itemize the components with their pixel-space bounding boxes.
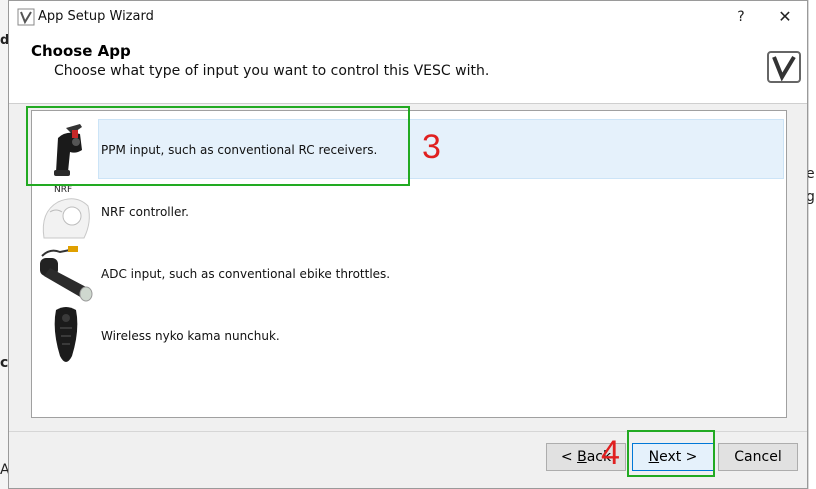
page-title: Choose App (31, 42, 131, 60)
next-mnemonic: N (648, 449, 660, 465)
close-button[interactable]: ✕ (763, 1, 807, 33)
footer-divider (9, 431, 807, 432)
help-button[interactable]: ? (719, 1, 763, 33)
list-item-nrf[interactable]: NRF NRF controller. (32, 181, 786, 243)
background-text-fragment: A (0, 462, 8, 478)
annotation-step-number: 4 (601, 434, 620, 472)
annotation-step-number: 3 (422, 128, 441, 166)
wizard-header: Choose App Choose what type of input you… (9, 33, 807, 104)
app-label: NRF controller. (101, 205, 189, 219)
app-label: Wireless nyko kama nunchuk. (101, 329, 280, 343)
nrf-remote-icon: NRF (42, 185, 90, 239)
list-item-nunchuk[interactable]: Wireless nyko kama nunchuk. (32, 305, 786, 367)
vesc-logo-icon (767, 51, 801, 83)
back-mnemonic: B (577, 449, 587, 465)
vesc-logo-icon (17, 8, 35, 26)
throttle-grip-icon (40, 246, 93, 302)
back-prefix: < (560, 449, 578, 465)
cancel-button[interactable]: Cancel (718, 443, 798, 471)
rc-transmitter-icon (54, 124, 82, 176)
next-rest: ext > (659, 449, 698, 465)
app-setup-wizard-dialog: App Setup Wizard ? ✕ Choose App Choose w… (8, 0, 808, 489)
next-button[interactable]: Next > (632, 443, 714, 471)
page-subtitle: Choose what type of input you want to co… (54, 63, 490, 79)
background-window-right (809, 0, 816, 489)
window-title: App Setup Wizard (38, 9, 154, 24)
list-item-adc[interactable]: ADC input, such as conventional ebike th… (32, 243, 786, 305)
app-label: PPM input, such as conventional RC recei… (101, 143, 378, 157)
background-text-fragment: c (0, 355, 8, 371)
app-label: ADC input, such as conventional ebike th… (101, 267, 391, 281)
nrf-icon-text: NRF (54, 185, 72, 195)
title-bar[interactable]: App Setup Wizard ? ✕ (9, 1, 807, 33)
list-item-ppm[interactable]: PPM input, such as conventional RC recei… (32, 119, 786, 181)
app-list[interactable]: PPM input, such as conventional RC recei… (31, 110, 787, 418)
background-text-fragment: ds (0, 33, 8, 48)
nunchuk-icon (54, 307, 78, 362)
